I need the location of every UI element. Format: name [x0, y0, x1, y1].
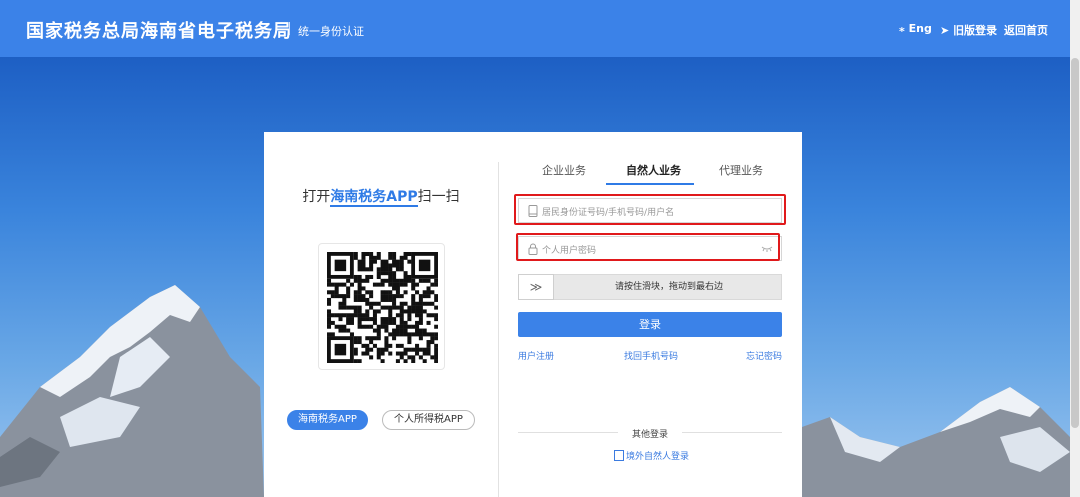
login-card: 打开海南税务APP扫一扫 海南税务APP 个人所得税APP 企业业务 自然人业务…	[264, 132, 802, 497]
forgot-password-link[interactable]: 忘记密码	[746, 349, 782, 362]
send-icon: ➤	[940, 24, 950, 37]
other-login-label: 其他登录	[631, 430, 668, 440]
tab-individual[interactable]: 自然人业务	[626, 162, 681, 178]
personal-income-tax-app-button[interactable]: 个人所得税APP	[382, 410, 475, 430]
language-icon: ⁎	[899, 22, 905, 35]
active-tab-indicator	[606, 183, 694, 185]
login-form-panel: 企业业务 自然人业务 代理业务 居民身份证号码/手机号码/用户名 个人用户密码	[514, 132, 786, 497]
top-header: 国家税务总局海南省电子税务局 统一身份认证 ⁎ Eng ➤ 旧版登录 返回首页	[0, 0, 1080, 57]
password-highlight-box	[516, 233, 780, 261]
qr-code	[318, 243, 445, 370]
other-login-divider-right	[682, 432, 782, 433]
recover-phone-link[interactable]: 找回手机号码	[624, 349, 678, 362]
login-tabs: 企业业务 自然人业务 代理业务	[518, 162, 784, 186]
overseas-login-link[interactable]: 境外自然人登录	[614, 449, 689, 462]
site-title: 国家税务总局海南省电子税务局	[26, 21, 292, 42]
panel-divider	[498, 162, 499, 497]
english-link[interactable]: ⁎ Eng	[899, 22, 932, 35]
old-version-login-link[interactable]: ➤ 旧版登录	[940, 22, 997, 38]
tab-enterprise[interactable]: 企业业务	[542, 162, 586, 178]
scrollbar-thumb[interactable]	[1071, 58, 1079, 428]
qr-login-panel: 打开海南税务APP扫一扫 海南税务APP 个人所得税APP	[264, 132, 498, 497]
qr-app-name: 海南税务APP	[330, 189, 418, 207]
exit-door-icon	[614, 450, 624, 461]
username-highlight-box	[514, 194, 786, 225]
register-link[interactable]: 用户注册	[518, 349, 554, 362]
slider-handle[interactable]: ≫	[518, 274, 554, 300]
hainan-tax-app-button[interactable]: 海南税务APP	[287, 410, 368, 430]
double-chevron-right-icon: ≫	[529, 280, 543, 294]
qr-scan-title: 打开海南税务APP扫一扫	[302, 189, 460, 207]
back-home-link[interactable]: 返回首页	[1004, 22, 1048, 38]
title-separator	[289, 22, 290, 35]
page-scrollbar[interactable]	[1070, 0, 1080, 497]
slider-instruction: 请按住滑块，拖动到最右边	[614, 282, 723, 292]
login-button[interactable]: 登录	[518, 312, 782, 337]
slide-verification: ≫ 请按住滑块，拖动到最右边	[518, 274, 782, 300]
site-subtitle: 统一身份认证	[298, 25, 364, 38]
qr-code-image	[327, 252, 438, 363]
tab-agent[interactable]: 代理业务	[719, 162, 763, 178]
